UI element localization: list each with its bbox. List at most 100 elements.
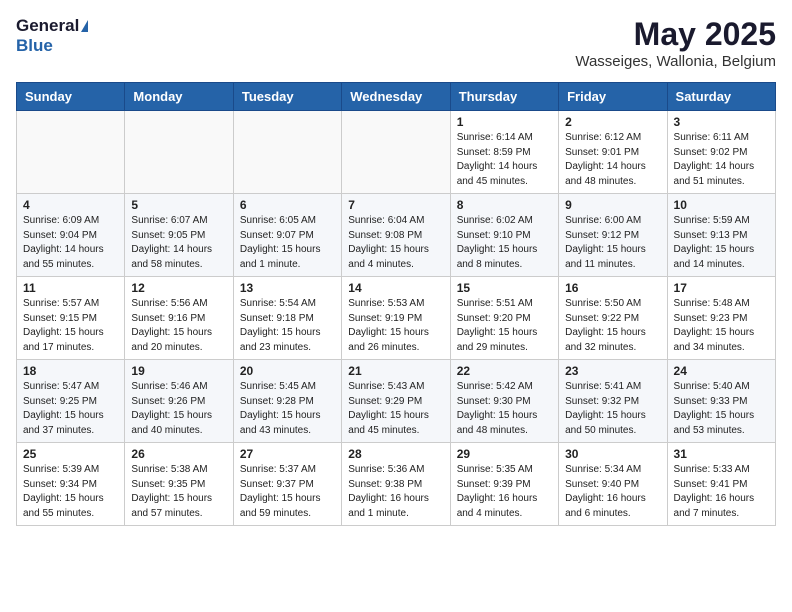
day-number: 16 <box>565 281 660 295</box>
day-info: Sunrise: 5:40 AM Sunset: 9:33 PM Dayligh… <box>674 380 769 438</box>
day-info: Sunrise: 5:51 AM Sunset: 9:20 PM Dayligh… <box>457 297 552 355</box>
calendar-week-row: 18 Sunrise: 5:47 AM Sunset: 9:25 PM Dayli… <box>17 360 776 443</box>
day-info: Sunrise: 6:02 AM Sunset: 9:10 PM Dayligh… <box>457 214 552 272</box>
calendar-header-row: SundayMondayTuesdayWednesdayThursdayFrid… <box>17 83 776 111</box>
calendar-cell: 2Sunrise: 6:12 AM Sunset: 9:01 PM Daylig… <box>559 111 667 194</box>
calendar-cell: 7 Sunrise: 6:04 AM Sunset: 9:08 PM Daylig… <box>342 194 450 277</box>
day-info: Sunrise: 5:59 AM Sunset: 9:13 PM Dayligh… <box>674 214 769 272</box>
calendar-week-row: 25Sunrise: 5:39 AM Sunset: 9:34 PM Dayli… <box>17 443 776 526</box>
calendar-cell: 8 Sunrise: 6:02 AM Sunset: 9:10 PM Daylig… <box>450 194 558 277</box>
day-info: Sunrise: 6:07 AM Sunset: 9:05 PM Dayligh… <box>131 214 226 272</box>
day-number: 13 <box>240 281 335 295</box>
calendar-cell: 18 Sunrise: 5:47 AM Sunset: 9:25 PM Dayli… <box>17 360 125 443</box>
calendar-cell <box>233 111 341 194</box>
calendar-cell: 15 Sunrise: 5:51 AM Sunset: 9:20 PM Dayli… <box>450 277 558 360</box>
calendar-cell: 23Sunrise: 5:41 AM Sunset: 9:32 PM Dayli… <box>559 360 667 443</box>
calendar-cell: 16Sunrise: 5:50 AM Sunset: 9:22 PM Dayli… <box>559 277 667 360</box>
day-info: Sunrise: 5:57 AM Sunset: 9:15 PM Dayligh… <box>23 297 118 355</box>
day-info: Sunrise: 5:43 AM Sunset: 9:29 PM Dayligh… <box>348 380 443 438</box>
day-info: Sunrise: 6:05 AM Sunset: 9:07 PM Dayligh… <box>240 214 335 272</box>
day-number: 20 <box>240 364 335 378</box>
calendar-cell: 30 Sunrise: 5:34 AM Sunset: 9:40 PM Dayli… <box>559 443 667 526</box>
logo: General Blue <box>16 16 88 56</box>
day-header-tuesday: Tuesday <box>233 83 341 111</box>
day-info: Sunrise: 5:38 AM Sunset: 9:35 PM Dayligh… <box>131 463 226 521</box>
day-info: Sunrise: 5:47 AM Sunset: 9:25 PM Dayligh… <box>23 380 118 438</box>
day-number: 8 <box>457 198 552 212</box>
day-number: 9 <box>565 198 660 212</box>
day-number: 11 <box>23 281 118 295</box>
calendar-cell: 28 Sunrise: 5:36 AM Sunset: 9:38 PM Dayli… <box>342 443 450 526</box>
calendar-cell: 25Sunrise: 5:39 AM Sunset: 9:34 PM Dayli… <box>17 443 125 526</box>
day-info: Sunrise: 6:11 AM Sunset: 9:02 PM Dayligh… <box>674 131 769 189</box>
day-info: Sunrise: 6:04 AM Sunset: 9:08 PM Dayligh… <box>348 214 443 272</box>
logo-triangle-icon <box>81 20 88 32</box>
day-number: 28 <box>348 447 443 461</box>
day-info: Sunrise: 5:53 AM Sunset: 9:19 PM Dayligh… <box>348 297 443 355</box>
calendar-cell: 31Sunrise: 5:33 AM Sunset: 9:41 PM Dayli… <box>667 443 775 526</box>
day-info: Sunrise: 5:39 AM Sunset: 9:34 PM Dayligh… <box>23 463 118 521</box>
calendar-cell: 14Sunrise: 5:53 AM Sunset: 9:19 PM Dayli… <box>342 277 450 360</box>
calendar-cell: 1 Sunrise: 6:14 AM Sunset: 8:59 PM Daylig… <box>450 111 558 194</box>
calendar-cell: 5 Sunrise: 6:07 AM Sunset: 9:05 PM Daylig… <box>125 194 233 277</box>
day-info: Sunrise: 5:41 AM Sunset: 9:32 PM Dayligh… <box>565 380 660 438</box>
calendar-cell: 26 Sunrise: 5:38 AM Sunset: 9:35 PM Dayli… <box>125 443 233 526</box>
calendar-cell: 19 Sunrise: 5:46 AM Sunset: 9:26 PM Dayli… <box>125 360 233 443</box>
day-number: 7 <box>348 198 443 212</box>
day-number: 1 <box>457 115 552 129</box>
day-number: 4 <box>23 198 118 212</box>
day-info: Sunrise: 5:45 AM Sunset: 9:28 PM Dayligh… <box>240 380 335 438</box>
calendar-week-row: 1 Sunrise: 6:14 AM Sunset: 8:59 PM Daylig… <box>17 111 776 194</box>
day-number: 17 <box>674 281 769 295</box>
calendar-cell: 24Sunrise: 5:40 AM Sunset: 9:33 PM Dayli… <box>667 360 775 443</box>
calendar-week-row: 4 Sunrise: 6:09 AM Sunset: 9:04 PM Daylig… <box>17 194 776 277</box>
day-info: Sunrise: 5:36 AM Sunset: 9:38 PM Dayligh… <box>348 463 443 521</box>
calendar-cell: 10 Sunrise: 5:59 AM Sunset: 9:13 PM Dayli… <box>667 194 775 277</box>
calendar-cell: 6 Sunrise: 6:05 AM Sunset: 9:07 PM Daylig… <box>233 194 341 277</box>
day-header-monday: Monday <box>125 83 233 111</box>
day-info: Sunrise: 6:09 AM Sunset: 9:04 PM Dayligh… <box>23 214 118 272</box>
day-header-sunday: Sunday <box>17 83 125 111</box>
day-header-friday: Friday <box>559 83 667 111</box>
day-number: 15 <box>457 281 552 295</box>
day-info: Sunrise: 5:48 AM Sunset: 9:23 PM Dayligh… <box>674 297 769 355</box>
day-number: 10 <box>674 198 769 212</box>
day-info: Sunrise: 6:12 AM Sunset: 9:01 PM Dayligh… <box>565 131 660 189</box>
day-number: 12 <box>131 281 226 295</box>
logo-blue: Blue <box>16 36 53 56</box>
day-number: 19 <box>131 364 226 378</box>
calendar-week-row: 11 Sunrise: 5:57 AM Sunset: 9:15 PM Dayli… <box>17 277 776 360</box>
calendar-cell: 4 Sunrise: 6:09 AM Sunset: 9:04 PM Daylig… <box>17 194 125 277</box>
calendar-cell: 21 Sunrise: 5:43 AM Sunset: 9:29 PM Dayli… <box>342 360 450 443</box>
day-info: Sunrise: 5:46 AM Sunset: 9:26 PM Dayligh… <box>131 380 226 438</box>
page-header: General Blue May 2025 Wasseiges, Walloni… <box>16 16 776 70</box>
month-year-title: May 2025 <box>575 16 776 53</box>
day-info: Sunrise: 5:54 AM Sunset: 9:18 PM Dayligh… <box>240 297 335 355</box>
day-number: 26 <box>131 447 226 461</box>
day-number: 22 <box>457 364 552 378</box>
title-section: May 2025 Wasseiges, Wallonia, Belgium <box>575 16 776 70</box>
day-header-saturday: Saturday <box>667 83 775 111</box>
day-info: Sunrise: 5:56 AM Sunset: 9:16 PM Dayligh… <box>131 297 226 355</box>
day-info: Sunrise: 5:37 AM Sunset: 9:37 PM Dayligh… <box>240 463 335 521</box>
calendar-cell: 27 Sunrise: 5:37 AM Sunset: 9:37 PM Dayli… <box>233 443 341 526</box>
day-info: Sunrise: 5:35 AM Sunset: 9:39 PM Dayligh… <box>457 463 552 521</box>
day-number: 21 <box>348 364 443 378</box>
day-number: 30 <box>565 447 660 461</box>
calendar-cell: 12 Sunrise: 5:56 AM Sunset: 9:16 PM Dayli… <box>125 277 233 360</box>
calendar-cell <box>125 111 233 194</box>
day-number: 27 <box>240 447 335 461</box>
calendar-cell: 22Sunrise: 5:42 AM Sunset: 9:30 PM Dayli… <box>450 360 558 443</box>
day-info: Sunrise: 6:14 AM Sunset: 8:59 PM Dayligh… <box>457 131 552 189</box>
day-number: 6 <box>240 198 335 212</box>
day-info: Sunrise: 5:34 AM Sunset: 9:40 PM Dayligh… <box>565 463 660 521</box>
day-header-thursday: Thursday <box>450 83 558 111</box>
day-number: 5 <box>131 198 226 212</box>
day-number: 29 <box>457 447 552 461</box>
day-number: 18 <box>23 364 118 378</box>
day-number: 31 <box>674 447 769 461</box>
calendar-cell: 3Sunrise: 6:11 AM Sunset: 9:02 PM Daylig… <box>667 111 775 194</box>
calendar-cell <box>17 111 125 194</box>
calendar-cell: 29 Sunrise: 5:35 AM Sunset: 9:39 PM Dayli… <box>450 443 558 526</box>
calendar-table: SundayMondayTuesdayWednesdayThursdayFrid… <box>16 82 776 526</box>
